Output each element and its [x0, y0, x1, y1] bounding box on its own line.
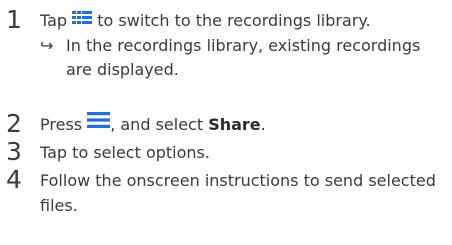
step-text-before-icon: Tap: [40, 11, 73, 30]
step-text: Tap to switch to the recordings library.: [40, 8, 445, 34]
result-text: In the recordings library, existing reco…: [66, 36, 421, 79]
result-arrow-icon: ↪: [40, 36, 54, 55]
step-text-before-icon: Press: [40, 115, 88, 134]
step-text: Follow the onscreen instructions to send…: [40, 171, 436, 215]
step-number: 2: [6, 109, 22, 138]
step-number: 3: [6, 137, 22, 166]
step-text-after-icon: to switch to the recordings library.: [92, 11, 371, 30]
step-text-after-icon: , and select: [110, 115, 209, 134]
step-number: 1: [6, 5, 22, 34]
step-text-end: .: [260, 115, 266, 134]
share-label: Share: [208, 115, 261, 134]
menu-icon: [87, 110, 111, 135]
step-number: 4: [6, 165, 22, 194]
step-text: Tap to select options.: [40, 143, 210, 162]
grid-list-icon: [72, 7, 93, 32]
step-text: Press , and select Share.: [40, 112, 445, 138]
